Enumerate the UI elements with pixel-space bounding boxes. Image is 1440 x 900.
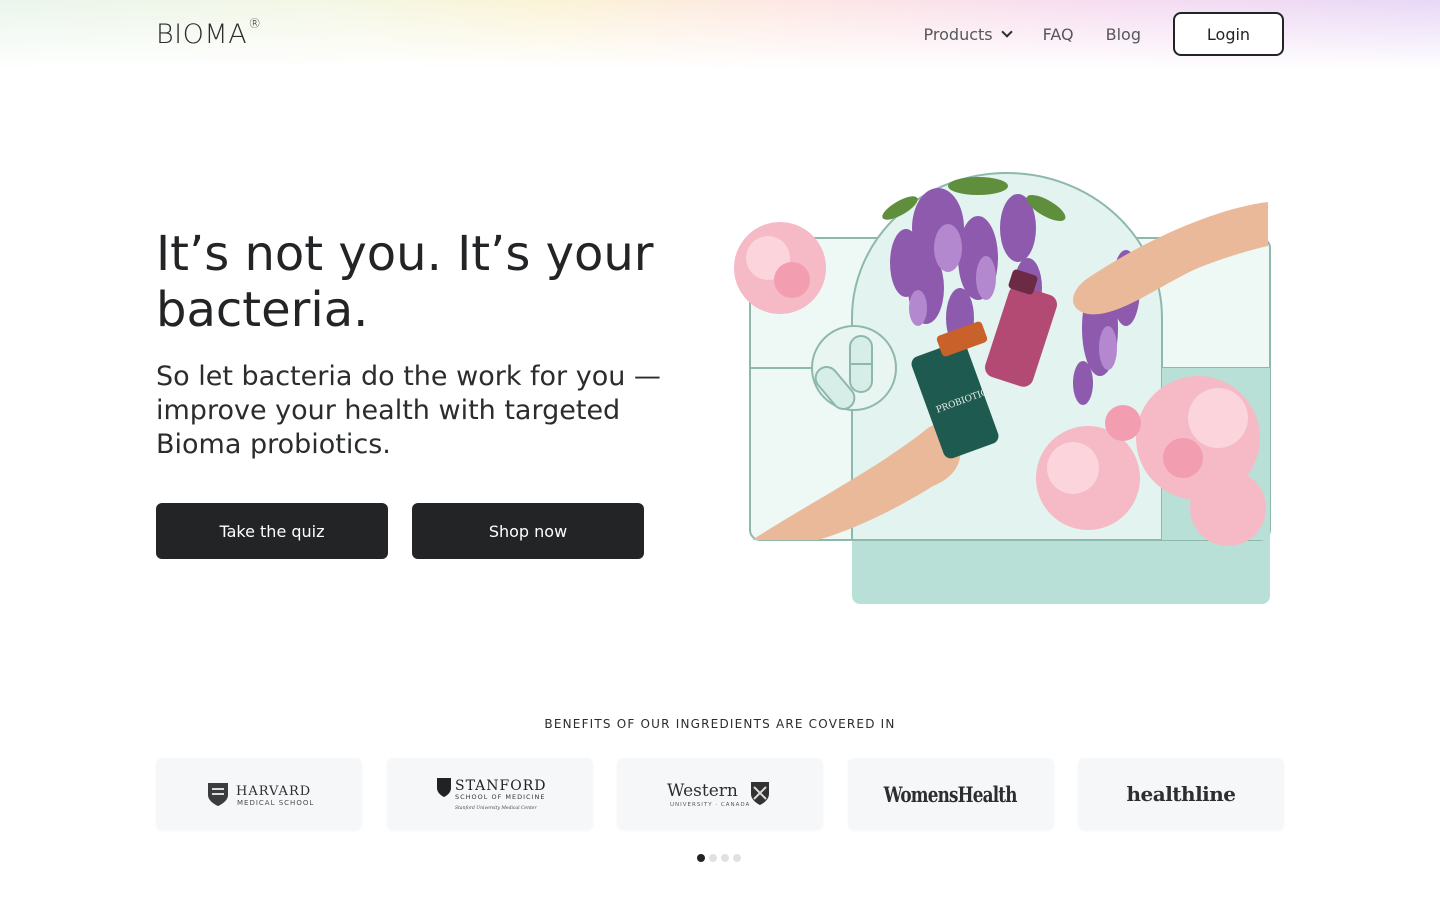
main-nav: Products FAQ Blog Login	[924, 12, 1284, 56]
svg-text:Stanford University Medical Ce: Stanford University Medical Center	[455, 805, 537, 811]
hero-illustration: PROBIOTICS	[734, 172, 1271, 604]
carousel-dot-1[interactable]	[697, 854, 705, 862]
take-quiz-button[interactable]: Take the quiz	[156, 503, 388, 559]
press-logo-harvard[interactable]: HARVARD MEDICAL SCHOOL	[156, 758, 362, 830]
carousel-pagination	[697, 854, 741, 862]
site-header: BIOMA ® Products FAQ Blog Login	[156, 12, 1284, 56]
svg-text:Western: Western	[667, 781, 738, 801]
chevron-down-icon	[1000, 25, 1013, 38]
registered-mark: ®	[248, 16, 262, 32]
carousel-dot-3[interactable]	[721, 854, 729, 862]
svg-text:SCHOOL OF MEDICINE: SCHOOL OF MEDICINE	[455, 793, 545, 801]
harvard-shield-icon: HARVARD MEDICAL SCHOOL	[208, 783, 314, 807]
press-logos: HARVARD MEDICAL SCHOOL STANFORD SCHOOL O…	[156, 758, 1284, 830]
svg-text:MEDICAL SCHOOL: MEDICAL SCHOOL	[237, 799, 314, 807]
press-logo-healthline[interactable]: healthline	[1078, 758, 1284, 830]
press-logo-stanford[interactable]: STANFORD SCHOOL OF MEDICINE Stanford Uni…	[386, 758, 593, 830]
nav-products[interactable]: Products	[923, 24, 1013, 44]
nav-blog[interactable]: Blog	[1106, 25, 1141, 44]
svg-text:HARVARD: HARVARD	[236, 784, 311, 799]
stanford-shield-icon: STANFORD SCHOOL OF MEDICINE Stanford Uni…	[436, 778, 545, 811]
nav-faq[interactable]: FAQ	[1043, 25, 1074, 44]
bioma-logo[interactable]: BIOMA ®	[156, 16, 262, 50]
press-heading: BENEFITS OF OUR INGREDIENTS ARE COVERED …	[544, 717, 896, 731]
nav-products-label: Products	[923, 24, 993, 44]
hero-title: It’s not you. It’s your bacteria.	[156, 226, 654, 338]
svg-text:STANFORD: STANFORD	[455, 778, 545, 794]
login-button[interactable]: Login	[1173, 12, 1284, 56]
svg-text:UNIVERSITY · CANADA: UNIVERSITY · CANADA	[670, 802, 750, 808]
carousel-dot-2[interactable]	[709, 854, 717, 862]
hero-subtitle: So let bacteria do the work for you — im…	[156, 361, 661, 460]
carousel-dot-4[interactable]	[733, 854, 741, 862]
press-logo-womenshealth[interactable]: WomensHealth	[847, 758, 1054, 830]
press-logo-western[interactable]: Western UNIVERSITY · CANADA	[617, 758, 823, 830]
logo-text: BIOMA	[156, 18, 248, 50]
western-crest-icon: Western UNIVERSITY · CANADA	[667, 781, 769, 808]
shop-now-button[interactable]: Shop now	[412, 503, 644, 559]
